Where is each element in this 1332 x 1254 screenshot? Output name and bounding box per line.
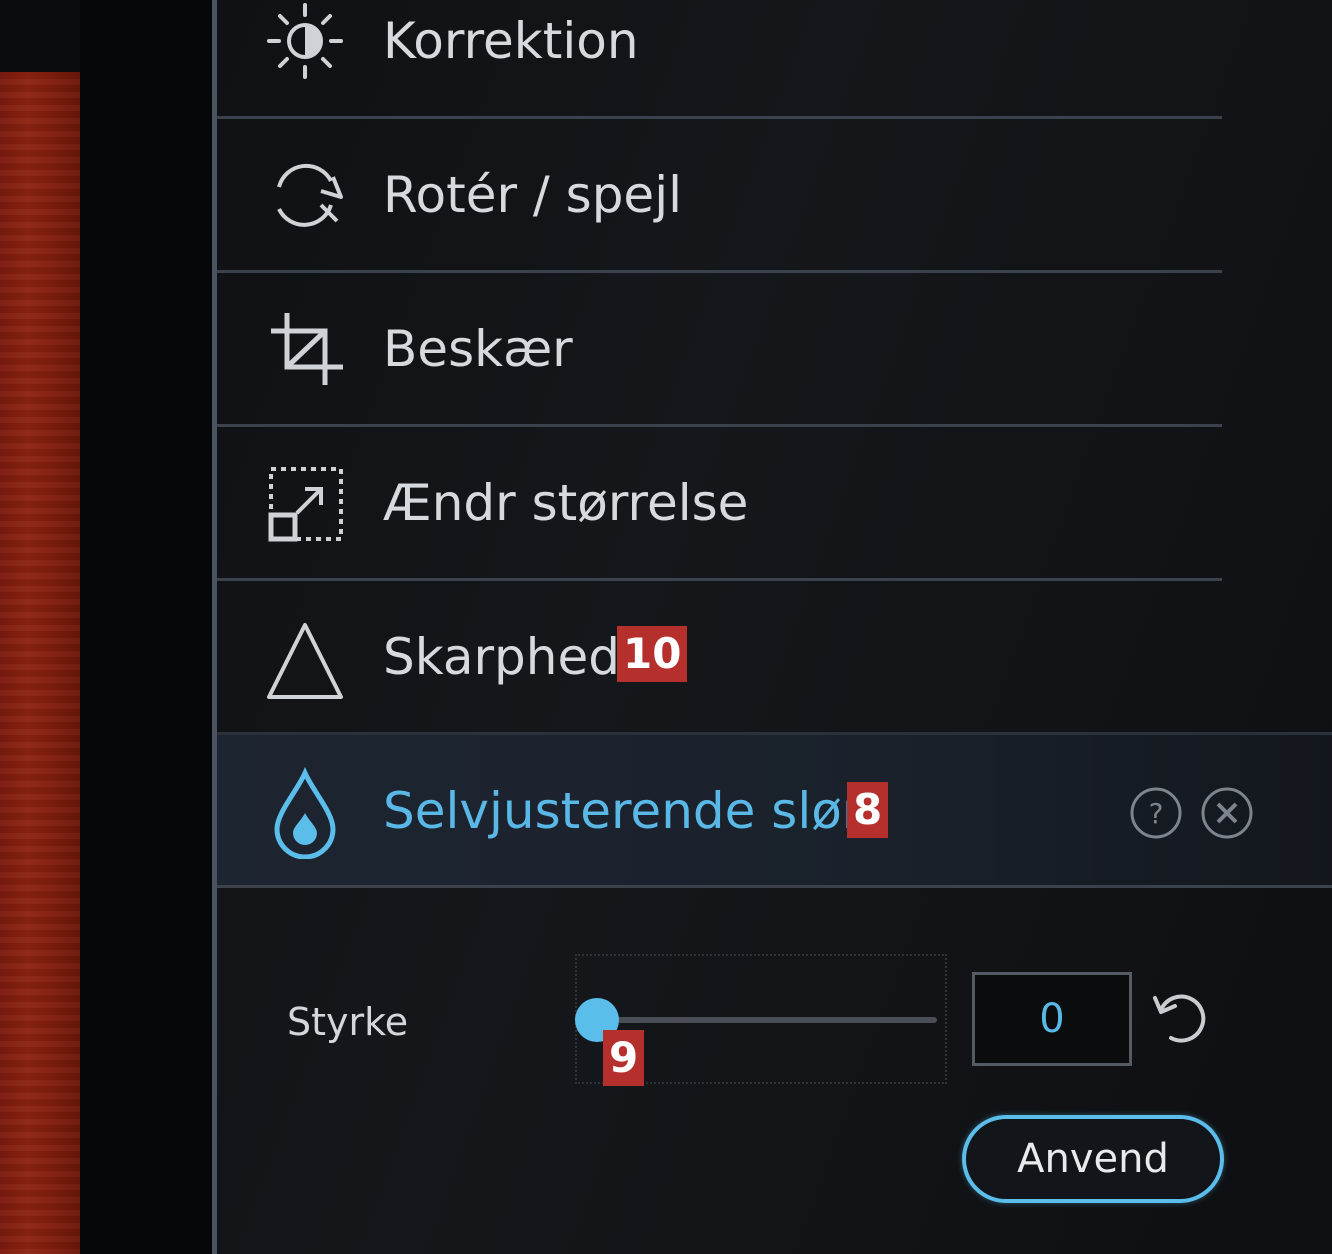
close-button[interactable] [1200,786,1254,840]
edit-panel: Korrektion Rotér / spejl Beskær Ændr stø… [212,0,1332,1254]
menu-item-label: Korrektion [383,12,639,70]
photo-canvas [0,72,80,1254]
strength-value-input[interactable]: 0 [972,972,1132,1066]
brightness-icon [257,0,353,89]
menu-item-label: Beskær [383,320,573,378]
callout-badge: 10 [617,626,688,682]
menu-item-label: Rotér / spejl [383,166,682,224]
blur-drop-icon [257,763,353,859]
reset-icon[interactable] [1147,986,1213,1052]
menu-item-label: Ændr størrelse [383,474,749,532]
resize-icon [257,455,353,551]
menu-item-label: Selvjusterende slør [383,782,863,840]
menu-item-sharpen[interactable]: Skarphed 10 [217,581,1222,735]
canvas-background [80,0,212,1254]
sharpen-icon [257,609,353,705]
callout-badge: 8 [847,782,889,838]
crop-icon [257,301,353,397]
blur-settings: Styrke 9 0 Anvend [217,890,1332,1254]
rotate-icon [257,147,353,243]
menu-item-rotate[interactable]: Rotér / spejl [217,119,1222,273]
menu-item-selvjusterende-slor[interactable]: Selvjusterende slør 8 ? [217,732,1332,888]
apply-button[interactable]: Anvend [962,1115,1224,1203]
menu-item-korrektion[interactable]: Korrektion [217,0,1222,119]
strength-label: Styrke [287,1000,409,1044]
menu-item-resize[interactable]: Ændr størrelse [217,427,1222,581]
menu-item-label: Skarphed [383,628,620,686]
menu-item-crop[interactable]: Beskær [217,273,1222,427]
help-button[interactable]: ? [1129,786,1183,840]
svg-text:?: ? [1149,797,1164,830]
strength-slider-track[interactable] [597,1017,937,1023]
callout-badge: 9 [603,1030,645,1086]
